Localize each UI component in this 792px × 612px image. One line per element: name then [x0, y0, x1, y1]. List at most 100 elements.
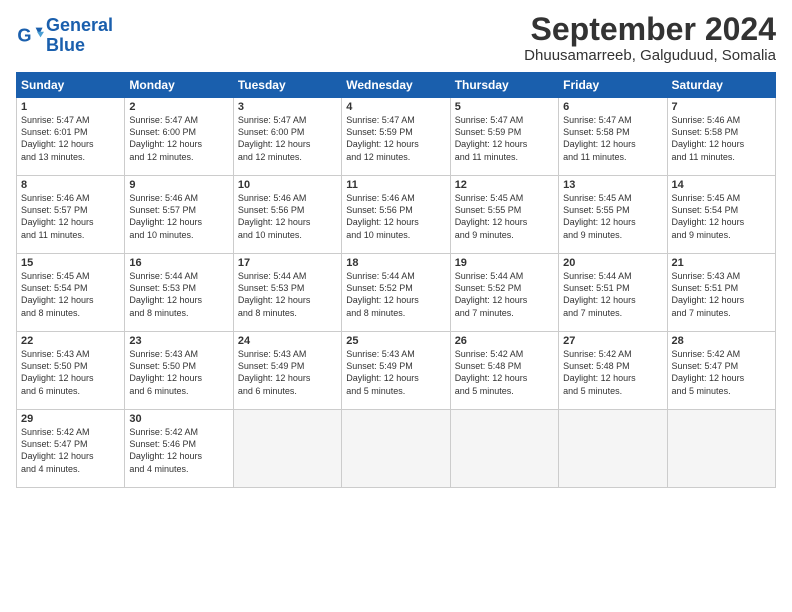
table-row: 23Sunrise: 5:43 AM Sunset: 5:50 PM Dayli…: [125, 332, 233, 410]
day-info: Sunrise: 5:44 AM Sunset: 5:52 PM Dayligh…: [346, 270, 445, 319]
day-number: 18: [346, 257, 445, 269]
title-block: September 2024 Dhuusamarreeb, Galguduud,…: [524, 12, 776, 64]
day-info: Sunrise: 5:47 AM Sunset: 5:59 PM Dayligh…: [455, 114, 554, 163]
table-row: 3Sunrise: 5:47 AM Sunset: 6:00 PM Daylig…: [233, 98, 341, 176]
day-info: Sunrise: 5:46 AM Sunset: 5:56 PM Dayligh…: [238, 192, 337, 241]
day-number: 14: [672, 179, 771, 191]
day-number: 7: [672, 101, 771, 113]
day-number: 27: [563, 335, 662, 347]
calendar-header-row: Sunday Monday Tuesday Wednesday Thursday…: [17, 73, 776, 98]
day-number: 5: [455, 101, 554, 113]
day-number: 8: [21, 179, 120, 191]
table-row: 5Sunrise: 5:47 AM Sunset: 5:59 PM Daylig…: [450, 98, 558, 176]
table-row: 27Sunrise: 5:42 AM Sunset: 5:48 PM Dayli…: [559, 332, 667, 410]
table-row: 2Sunrise: 5:47 AM Sunset: 6:00 PM Daylig…: [125, 98, 233, 176]
calendar-week-row: 8Sunrise: 5:46 AM Sunset: 5:57 PM Daylig…: [17, 176, 776, 254]
day-number: 21: [672, 257, 771, 269]
col-tuesday: Tuesday: [233, 73, 341, 98]
day-info: Sunrise: 5:47 AM Sunset: 6:00 PM Dayligh…: [129, 114, 228, 163]
day-info: Sunrise: 5:42 AM Sunset: 5:47 PM Dayligh…: [21, 426, 120, 475]
day-info: Sunrise: 5:42 AM Sunset: 5:47 PM Dayligh…: [672, 348, 771, 397]
day-number: 4: [346, 101, 445, 113]
table-row: [342, 410, 450, 488]
table-row: 21Sunrise: 5:43 AM Sunset: 5:51 PM Dayli…: [667, 254, 775, 332]
calendar-week-row: 22Sunrise: 5:43 AM Sunset: 5:50 PM Dayli…: [17, 332, 776, 410]
table-row: 4Sunrise: 5:47 AM Sunset: 5:59 PM Daylig…: [342, 98, 450, 176]
day-info: Sunrise: 5:47 AM Sunset: 6:00 PM Dayligh…: [238, 114, 337, 163]
table-row: [559, 410, 667, 488]
day-number: 30: [129, 413, 228, 425]
table-row: 25Sunrise: 5:43 AM Sunset: 5:49 PM Dayli…: [342, 332, 450, 410]
day-number: 13: [563, 179, 662, 191]
table-row: 20Sunrise: 5:44 AM Sunset: 5:51 PM Dayli…: [559, 254, 667, 332]
table-row: 8Sunrise: 5:46 AM Sunset: 5:57 PM Daylig…: [17, 176, 125, 254]
calendar-week-row: 15Sunrise: 5:45 AM Sunset: 5:54 PM Dayli…: [17, 254, 776, 332]
table-row: 29Sunrise: 5:42 AM Sunset: 5:47 PM Dayli…: [17, 410, 125, 488]
table-row: 11Sunrise: 5:46 AM Sunset: 5:56 PM Dayli…: [342, 176, 450, 254]
table-row: 6Sunrise: 5:47 AM Sunset: 5:58 PM Daylig…: [559, 98, 667, 176]
day-info: Sunrise: 5:46 AM Sunset: 5:56 PM Dayligh…: [346, 192, 445, 241]
svg-text:G: G: [17, 25, 31, 45]
day-number: 19: [455, 257, 554, 269]
day-info: Sunrise: 5:44 AM Sunset: 5:53 PM Dayligh…: [129, 270, 228, 319]
day-number: 29: [21, 413, 120, 425]
day-number: 10: [238, 179, 337, 191]
day-number: 1: [21, 101, 120, 113]
day-number: 28: [672, 335, 771, 347]
table-row: [667, 410, 775, 488]
col-friday: Friday: [559, 73, 667, 98]
table-row: 13Sunrise: 5:45 AM Sunset: 5:55 PM Dayli…: [559, 176, 667, 254]
table-row: 26Sunrise: 5:42 AM Sunset: 5:48 PM Dayli…: [450, 332, 558, 410]
day-number: 17: [238, 257, 337, 269]
day-number: 20: [563, 257, 662, 269]
day-info: Sunrise: 5:45 AM Sunset: 5:54 PM Dayligh…: [21, 270, 120, 319]
day-number: 2: [129, 101, 228, 113]
logo-text: General: [46, 16, 113, 36]
col-thursday: Thursday: [450, 73, 558, 98]
table-row: 30Sunrise: 5:42 AM Sunset: 5:46 PM Dayli…: [125, 410, 233, 488]
day-info: Sunrise: 5:46 AM Sunset: 5:58 PM Dayligh…: [672, 114, 771, 163]
location: Dhuusamarreeb, Galguduud, Somalia: [524, 47, 776, 64]
day-info: Sunrise: 5:47 AM Sunset: 6:01 PM Dayligh…: [21, 114, 120, 163]
day-info: Sunrise: 5:47 AM Sunset: 5:59 PM Dayligh…: [346, 114, 445, 163]
day-number: 23: [129, 335, 228, 347]
calendar-week-row: 1Sunrise: 5:47 AM Sunset: 6:01 PM Daylig…: [17, 98, 776, 176]
day-info: Sunrise: 5:45 AM Sunset: 5:55 PM Dayligh…: [563, 192, 662, 241]
col-sunday: Sunday: [17, 73, 125, 98]
day-number: 16: [129, 257, 228, 269]
day-info: Sunrise: 5:42 AM Sunset: 5:46 PM Dayligh…: [129, 426, 228, 475]
day-info: Sunrise: 5:45 AM Sunset: 5:55 PM Dayligh…: [455, 192, 554, 241]
day-number: 3: [238, 101, 337, 113]
table-row: 22Sunrise: 5:43 AM Sunset: 5:50 PM Dayli…: [17, 332, 125, 410]
calendar-week-row: 29Sunrise: 5:42 AM Sunset: 5:47 PM Dayli…: [17, 410, 776, 488]
table-row: [450, 410, 558, 488]
day-info: Sunrise: 5:44 AM Sunset: 5:53 PM Dayligh…: [238, 270, 337, 319]
day-info: Sunrise: 5:43 AM Sunset: 5:50 PM Dayligh…: [21, 348, 120, 397]
col-saturday: Saturday: [667, 73, 775, 98]
table-row: 15Sunrise: 5:45 AM Sunset: 5:54 PM Dayli…: [17, 254, 125, 332]
logo: G General Blue: [16, 16, 113, 56]
day-info: Sunrise: 5:43 AM Sunset: 5:50 PM Dayligh…: [129, 348, 228, 397]
day-number: 11: [346, 179, 445, 191]
day-info: Sunrise: 5:44 AM Sunset: 5:52 PM Dayligh…: [455, 270, 554, 319]
day-number: 24: [238, 335, 337, 347]
header: G General Blue September 2024 Dhuusamarr…: [16, 12, 776, 64]
table-row: 12Sunrise: 5:45 AM Sunset: 5:55 PM Dayli…: [450, 176, 558, 254]
calendar: Sunday Monday Tuesday Wednesday Thursday…: [16, 72, 776, 488]
month-title: September 2024: [524, 12, 776, 47]
day-info: Sunrise: 5:44 AM Sunset: 5:51 PM Dayligh…: [563, 270, 662, 319]
day-info: Sunrise: 5:46 AM Sunset: 5:57 PM Dayligh…: [21, 192, 120, 241]
day-number: 9: [129, 179, 228, 191]
table-row: 1Sunrise: 5:47 AM Sunset: 6:01 PM Daylig…: [17, 98, 125, 176]
table-row: 7Sunrise: 5:46 AM Sunset: 5:58 PM Daylig…: [667, 98, 775, 176]
day-info: Sunrise: 5:43 AM Sunset: 5:49 PM Dayligh…: [346, 348, 445, 397]
table-row: 28Sunrise: 5:42 AM Sunset: 5:47 PM Dayli…: [667, 332, 775, 410]
table-row: 24Sunrise: 5:43 AM Sunset: 5:49 PM Dayli…: [233, 332, 341, 410]
day-info: Sunrise: 5:46 AM Sunset: 5:57 PM Dayligh…: [129, 192, 228, 241]
day-info: Sunrise: 5:42 AM Sunset: 5:48 PM Dayligh…: [563, 348, 662, 397]
table-row: 18Sunrise: 5:44 AM Sunset: 5:52 PM Dayli…: [342, 254, 450, 332]
day-number: 6: [563, 101, 662, 113]
page: G General Blue September 2024 Dhuusamarr…: [0, 0, 792, 612]
table-row: 17Sunrise: 5:44 AM Sunset: 5:53 PM Dayli…: [233, 254, 341, 332]
table-row: 10Sunrise: 5:46 AM Sunset: 5:56 PM Dayli…: [233, 176, 341, 254]
